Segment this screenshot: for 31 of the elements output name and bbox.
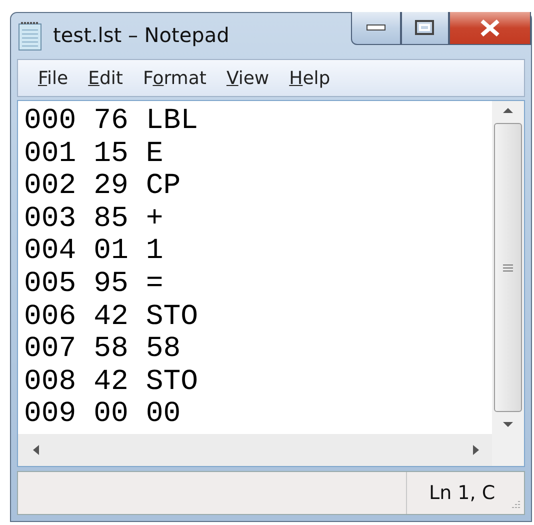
window-title: test.lst – Notepad [53, 23, 230, 47]
resize-grip-icon[interactable] [509, 499, 521, 511]
text-line: 009 00 00 [24, 398, 181, 431]
text-line: 003 85 + [24, 202, 164, 236]
menu-item[interactable]: Format [134, 68, 218, 88]
menu-item[interactable]: View [218, 68, 282, 88]
scrollbar-thumb[interactable] [494, 123, 522, 412]
text-line: 006 42 STO [24, 300, 198, 334]
cursor-position: Ln 1, C [406, 472, 524, 514]
menu-item[interactable]: File [30, 68, 80, 88]
text-line: 004 01 1 [24, 235, 164, 268]
grip-icon [502, 262, 514, 272]
maximize-icon [415, 20, 435, 36]
text-line: 002 29 CP [24, 170, 181, 203]
menu-item[interactable]: Help [281, 68, 342, 88]
maximize-button[interactable] [401, 12, 449, 45]
horizontal-scrollbar[interactable] [18, 434, 492, 466]
text-line: 008 42 STO [24, 366, 198, 398]
minimize-button[interactable] [351, 12, 401, 45]
text-line: 001 15 E [24, 138, 164, 170]
text-line: 000 76 LBL [24, 105, 198, 138]
scroll-down-icon[interactable] [502, 420, 514, 430]
menu-item[interactable]: Edit [80, 68, 135, 88]
minimize-icon [366, 24, 386, 32]
scroll-up-icon[interactable] [502, 105, 514, 115]
vertical-scrollbar[interactable] [492, 101, 524, 434]
text-line: 007 58 58 [24, 333, 181, 366]
scrollbar-corner [492, 434, 524, 466]
close-icon [479, 19, 501, 37]
close-button[interactable] [449, 12, 531, 45]
text-line: 005 95 = [24, 268, 164, 301]
